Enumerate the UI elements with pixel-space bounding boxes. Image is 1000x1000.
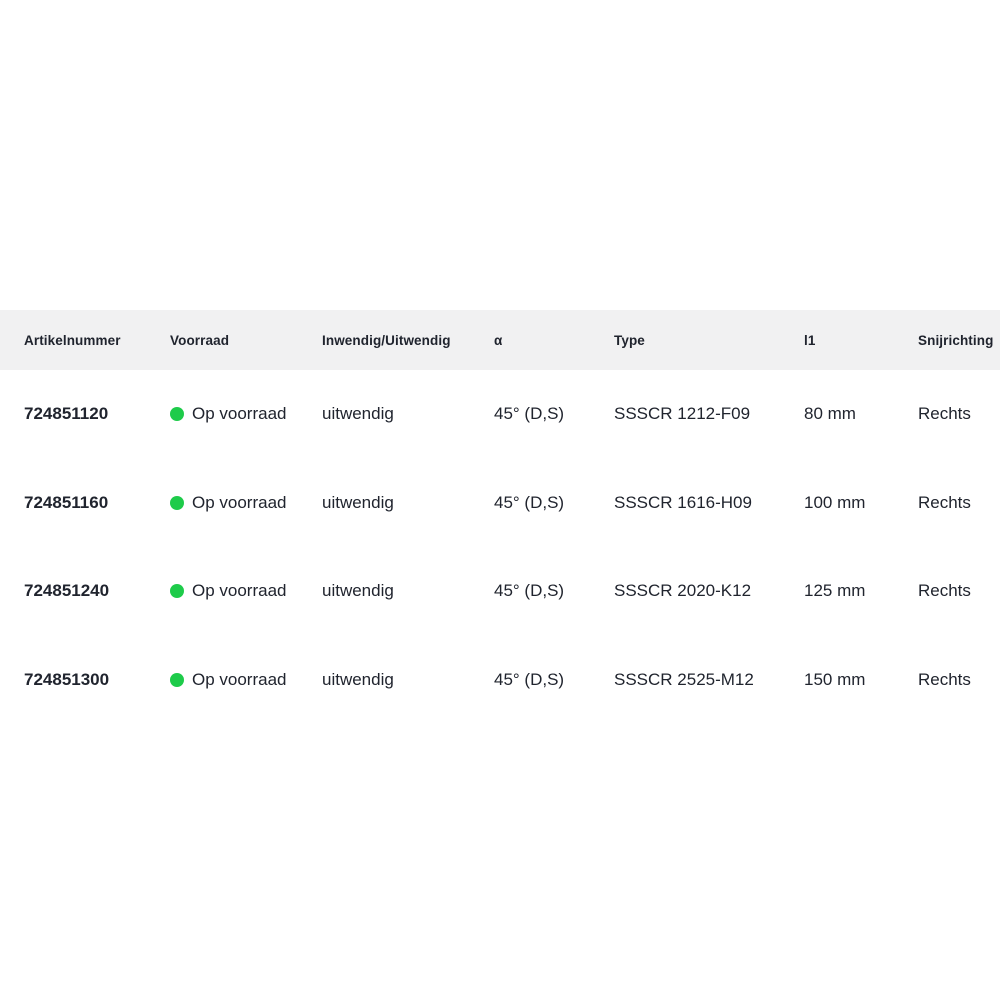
page: Artikelnummer Voorraad Inwendig/Uitwendi… xyxy=(0,0,1000,1000)
cell-l1: 125 mm xyxy=(804,581,918,601)
cell-artikelnummer: 724851300 xyxy=(0,670,170,690)
cell-inwendig-uitwendig: uitwendig xyxy=(322,670,494,690)
cell-alpha: 45° (D,S) xyxy=(494,581,614,601)
stock-status-label: Op voorraad xyxy=(192,670,287,690)
cell-snijrichting: Rechts xyxy=(918,493,1000,513)
table-row[interactable]: 724851300 Op voorraad uitwendig 45° (D,S… xyxy=(0,636,1000,725)
cell-type: SSSCR 1616-H09 xyxy=(614,493,804,513)
cell-snijrichting: Rechts xyxy=(918,404,1000,424)
cell-type: SSSCR 2525-M12 xyxy=(614,670,804,690)
stock-status-label: Op voorraad xyxy=(192,404,287,424)
table-header-row: Artikelnummer Voorraad Inwendig/Uitwendi… xyxy=(0,310,1000,370)
stock-status-dot-icon xyxy=(170,496,184,510)
cell-voorraad: Op voorraad xyxy=(170,404,322,424)
cell-type: SSSCR 1212-F09 xyxy=(614,404,804,424)
cell-voorraad: Op voorraad xyxy=(170,493,322,513)
column-header-voorraad: Voorraad xyxy=(170,333,322,348)
cell-alpha: 45° (D,S) xyxy=(494,493,614,513)
table-row[interactable]: 724851160 Op voorraad uitwendig 45° (D,S… xyxy=(0,459,1000,548)
column-header-artikelnummer: Artikelnummer xyxy=(0,333,170,348)
stock-status-label: Op voorraad xyxy=(192,581,287,601)
cell-inwendig-uitwendig: uitwendig xyxy=(322,581,494,601)
cell-l1: 80 mm xyxy=(804,404,918,424)
stock-status-dot-icon xyxy=(170,584,184,598)
stock-status-label: Op voorraad xyxy=(192,493,287,513)
cell-artikelnummer: 724851240 xyxy=(0,581,170,601)
cell-voorraad: Op voorraad xyxy=(170,670,322,690)
cell-alpha: 45° (D,S) xyxy=(494,670,614,690)
cell-alpha: 45° (D,S) xyxy=(494,404,614,424)
cell-inwendig-uitwendig: uitwendig xyxy=(322,493,494,513)
cell-artikelnummer: 724851120 xyxy=(0,404,170,424)
column-header-type: Type xyxy=(614,333,804,348)
column-header-snijrichting: Snijrichting xyxy=(918,333,1000,348)
cell-type: SSSCR 2020-K12 xyxy=(614,581,804,601)
cell-artikelnummer: 724851160 xyxy=(0,493,170,513)
column-header-inwendig-uitwendig: Inwendig/Uitwendig xyxy=(322,333,494,348)
cell-l1: 100 mm xyxy=(804,493,918,513)
table-row[interactable]: 724851240 Op voorraad uitwendig 45° (D,S… xyxy=(0,547,1000,636)
column-header-l1: l1 xyxy=(804,333,918,348)
stock-status-dot-icon xyxy=(170,407,184,421)
cell-snijrichting: Rechts xyxy=(918,581,1000,601)
column-header-alpha: α xyxy=(494,333,614,348)
cell-voorraad: Op voorraad xyxy=(170,581,322,601)
cell-snijrichting: Rechts xyxy=(918,670,1000,690)
product-table: Artikelnummer Voorraad Inwendig/Uitwendi… xyxy=(0,310,1000,724)
cell-inwendig-uitwendig: uitwendig xyxy=(322,404,494,424)
stock-status-dot-icon xyxy=(170,673,184,687)
cell-l1: 150 mm xyxy=(804,670,918,690)
table-row[interactable]: 724851120 Op voorraad uitwendig 45° (D,S… xyxy=(0,370,1000,459)
